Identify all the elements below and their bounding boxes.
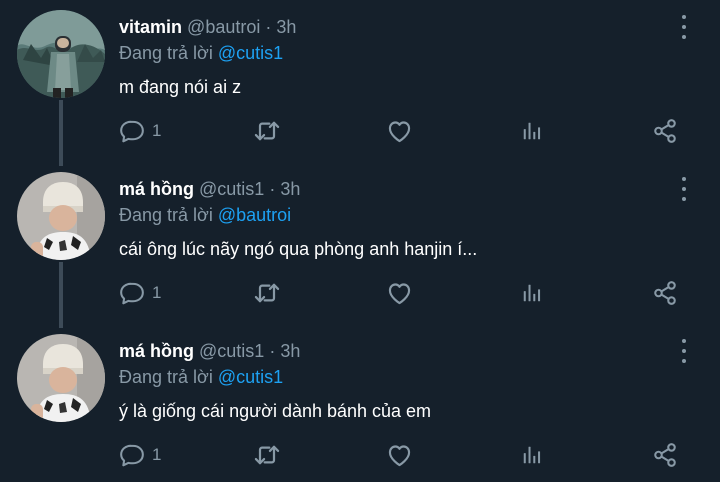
share-nodes-icon: [654, 443, 676, 467]
replying-to-mention[interactable]: @bautroi: [218, 205, 291, 225]
timestamp[interactable]: 3h: [280, 179, 300, 199]
tweet[interactable]: má hồng @cutis1 · 3h Đang trả lời @bautr…: [0, 162, 720, 328]
tweet-text: m đang nói ai z: [119, 77, 242, 97]
comment-bubble-icon: [120, 120, 144, 143]
analytics-button[interactable]: [521, 116, 543, 146]
bar-chart-icon: [523, 446, 541, 464]
replying-to-mention[interactable]: @cutis1: [218, 367, 283, 387]
conversation-thread: vitamin @bautroi · 3h Đang trả lời @cuti…: [0, 0, 720, 482]
tweet-actions: 1: [0, 440, 720, 470]
comment-bubble-icon: [120, 444, 144, 467]
separator: ·: [269, 179, 276, 199]
tweet-text: cái ông lúc nãy ngó qua phòng anh hanjin…: [119, 239, 478, 259]
handle[interactable]: @cutis1: [199, 341, 264, 361]
dot-icon: [682, 197, 686, 201]
reply-button[interactable]: 1: [119, 116, 161, 146]
replying-to: Đang trả lời @cutis1: [119, 42, 283, 64]
bar-chart-icon: [523, 122, 541, 140]
tweet[interactable]: má hồng @cutis1 · 3h Đang trả lời @cutis…: [0, 324, 720, 482]
dot-icon: [682, 35, 686, 39]
replying-prefix: Đang trả lời: [119, 205, 213, 225]
reply-button[interactable]: 1: [119, 278, 161, 308]
tweet-actions: 1: [0, 116, 720, 146]
heart-outline-icon: [388, 120, 411, 142]
replying-prefix: Đang trả lời: [119, 43, 213, 63]
display-name[interactable]: vitamin: [119, 17, 182, 37]
dot-icon: [682, 359, 686, 363]
separator: ·: [265, 17, 272, 37]
avatar[interactable]: [17, 172, 105, 260]
tweet-actions: 1: [0, 278, 720, 308]
share-nodes-icon: [654, 119, 676, 143]
tweet-header: má hồng @cutis1 · 3h: [119, 340, 300, 362]
retweet-arrows-icon: [254, 445, 280, 465]
heart-outline-icon: [388, 282, 411, 304]
reply-button[interactable]: 1: [119, 440, 161, 470]
share-button[interactable]: [652, 116, 678, 146]
display-name[interactable]: má hồng: [119, 179, 194, 199]
bar-chart-icon: [523, 284, 541, 302]
tweet-text: ý là giống cái người dành bánh của em: [119, 401, 432, 421]
avatar[interactable]: [17, 10, 105, 98]
replying-to: Đang trả lời @bautroi: [119, 204, 291, 226]
more-options-button[interactable]: [674, 176, 694, 202]
share-nodes-icon: [654, 281, 676, 305]
timestamp[interactable]: 3h: [280, 341, 300, 361]
dot-icon: [682, 339, 686, 343]
more-options-button[interactable]: [674, 338, 694, 364]
share-button[interactable]: [652, 278, 678, 308]
dot-icon: [682, 187, 686, 191]
dot-icon: [682, 177, 686, 181]
handle[interactable]: @cutis1: [199, 179, 264, 199]
heart-outline-icon: [388, 444, 411, 466]
reply-count: 1: [152, 283, 162, 302]
reply-count: 1: [152, 445, 162, 464]
timestamp[interactable]: 3h: [276, 17, 296, 37]
retweet-button[interactable]: [253, 116, 281, 146]
dot-icon: [682, 15, 686, 19]
avatar[interactable]: [17, 334, 105, 422]
more-options-button[interactable]: [674, 14, 694, 40]
retweet-button[interactable]: [253, 278, 281, 308]
analytics-button[interactable]: [521, 278, 543, 308]
replying-to-mention[interactable]: @cutis1: [218, 43, 283, 63]
analytics-button[interactable]: [521, 440, 543, 470]
dot-icon: [682, 349, 686, 353]
comment-bubble-icon: [120, 282, 144, 305]
retweet-arrows-icon: [254, 283, 280, 303]
dot-icon: [682, 25, 686, 29]
like-button[interactable]: [386, 440, 413, 470]
separator: ·: [269, 341, 276, 361]
replying-to: Đang trả lời @cutis1: [119, 366, 283, 388]
reply-count: 1: [152, 121, 162, 140]
retweet-arrows-icon: [254, 121, 280, 141]
like-button[interactable]: [386, 116, 413, 146]
retweet-button[interactable]: [253, 440, 281, 470]
tweet-header: má hồng @cutis1 · 3h: [119, 178, 300, 200]
tweet[interactable]: vitamin @bautroi · 3h Đang trả lời @cuti…: [0, 0, 720, 166]
display-name[interactable]: má hồng: [119, 341, 194, 361]
share-button[interactable]: [652, 440, 678, 470]
replying-prefix: Đang trả lời: [119, 367, 213, 387]
tweet-header: vitamin @bautroi · 3h: [119, 16, 296, 38]
like-button[interactable]: [386, 278, 413, 308]
handle[interactable]: @bautroi: [187, 17, 260, 37]
